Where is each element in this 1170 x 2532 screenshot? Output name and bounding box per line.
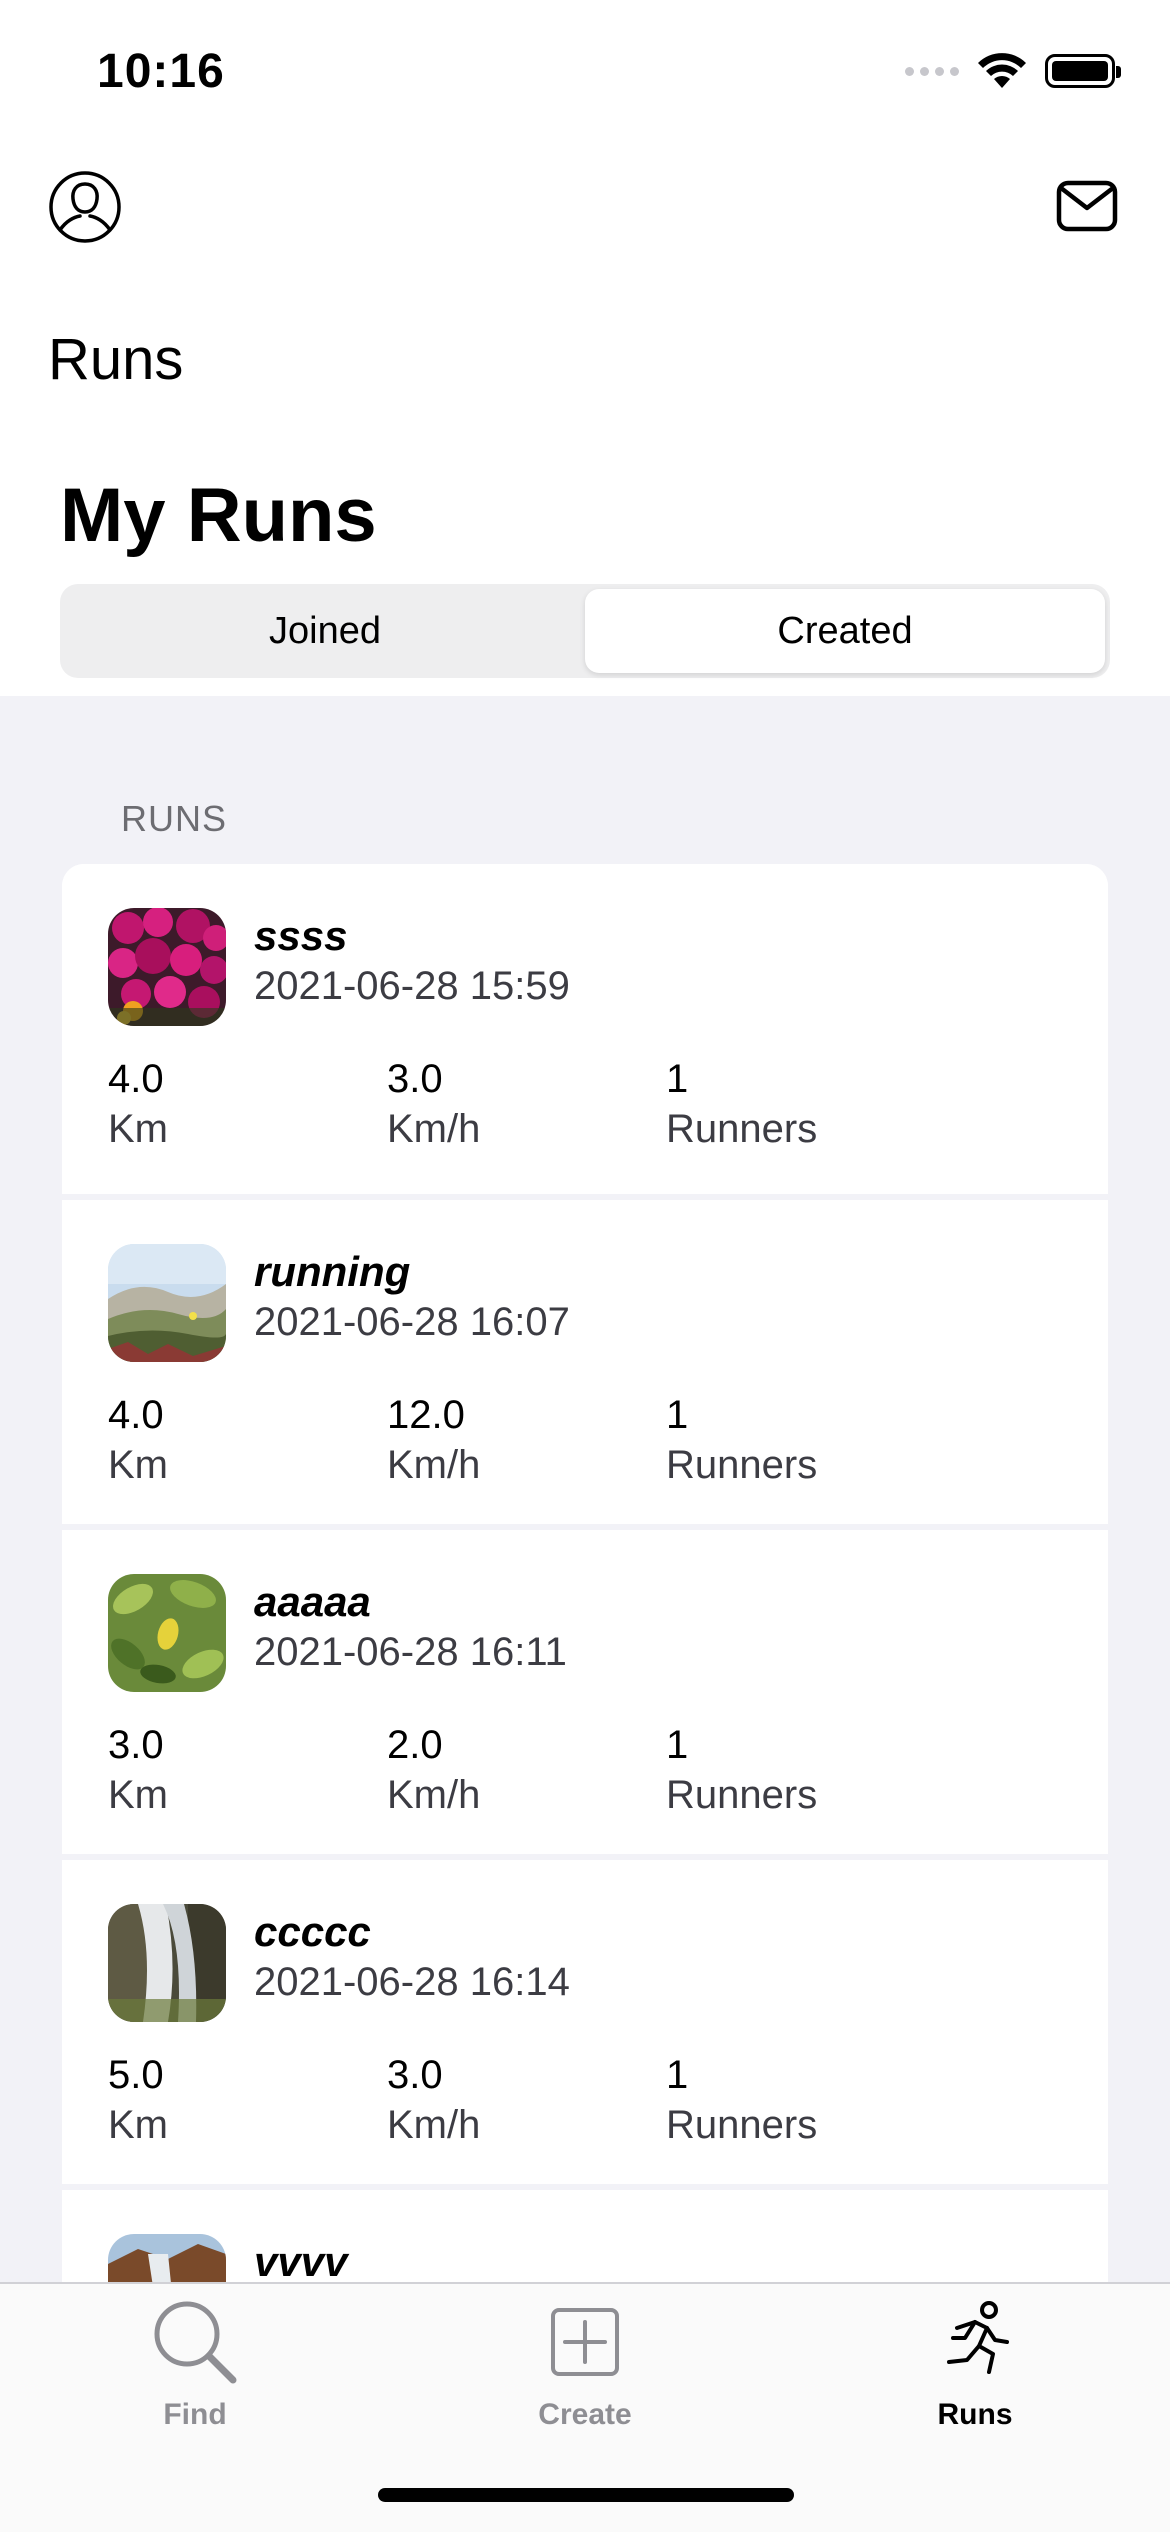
status-time: 10:16 [97,45,225,98]
battery-icon [1045,54,1121,88]
runners-label: Runners [666,2103,818,2147]
distance-unit: Km [108,1773,168,1817]
run-date: 2021-06-28 16:07 [254,1300,570,1344]
profile-icon[interactable] [48,170,122,244]
run-date: 2021-06-28 16:14 [254,1960,570,2004]
run-name: ccccc [254,1908,371,1955]
runners-value: 1 [666,1723,689,1767]
run-name: aaaaa [254,1578,371,1625]
distance-value: 3.0 [108,1723,164,1767]
run-row[interactable]: vvvv [62,2184,1108,2282]
speed-stat: 3.0 Km/h [387,2050,480,2150]
runners-label: Runners [666,1773,818,1817]
speed-stat: 3.0 Km/h [387,1054,480,1154]
tab-label: Find [163,2398,227,2431]
nav-small-title: Runs [48,327,184,392]
run-row[interactable]: aaaaa 2021-06-28 16:11 3.0 Km 2.0 Km/h 1… [62,1524,1108,1854]
distance-stat: 5.0 Km [108,2050,168,2150]
speed-unit: Km/h [387,1443,481,1487]
status-bar: 10:16 [0,0,1170,140]
run-name: ssss [254,912,348,959]
run-row[interactable]: ccccc 2021-06-28 16:14 5.0 Km 3.0 Km/h 1… [62,1854,1108,2184]
speed-value: 3.0 [387,1057,443,1101]
leaves-image [108,1574,226,1692]
flowers-image [108,908,226,1026]
run-name: vvvv [254,2238,348,2282]
distance-value: 4.0 [108,1057,164,1101]
runs-segmented-control: Joined Created [60,584,1110,678]
speed-stat: 12.0 Km/h [387,1390,480,1490]
cellular-signal-icon [905,66,959,76]
page-title: My Runs [60,473,377,558]
distance-stat: 4.0 Km [108,1390,168,1490]
runs-list-area[interactable]: RUNS ssss 2021-06-28 15:59 4.0 Km 3.0 Km… [0,696,1170,2282]
run-thumbnail [108,2234,226,2282]
runs-list: ssss 2021-06-28 15:59 4.0 Km 3.0 Km/h 1 … [62,864,1108,2282]
runners-value: 1 [666,2053,689,2097]
speed-value: 12.0 [387,1393,465,1437]
runners-stat: 1 Runners [666,1720,817,1820]
distance-stat: 4.0 Km [108,1054,168,1154]
tab-label: Runs [937,2398,1013,2431]
speed-unit: Km/h [387,1107,481,1151]
plus-square-icon [537,2294,633,2390]
runner-icon [927,2294,1023,2390]
tab-runs[interactable]: Runs [780,2284,1170,2464]
section-header: RUNS [121,798,228,839]
speed-value: 3.0 [387,2053,443,2097]
tab-find[interactable]: Find [0,2284,390,2464]
run-name: running [254,1248,411,1295]
run-thumbnail [108,908,226,1026]
waterfall-image [108,1904,226,2022]
run-date: 2021-06-28 16:11 [254,1630,567,1674]
runners-value: 1 [666,1393,689,1437]
nav-bar [0,160,1170,250]
speed-stat: 2.0 Km/h [387,1720,480,1820]
runners-label: Runners [666,1443,818,1487]
status-icons [905,52,1121,90]
distance-unit: Km [108,1443,168,1487]
runners-stat: 1 Runners [666,1054,817,1154]
magnifier-icon [147,2294,243,2390]
distance-unit: Km [108,1107,168,1151]
runners-value: 1 [666,1057,689,1101]
segment-created[interactable]: Created [585,589,1105,673]
dunes-image [108,1244,226,1362]
speed-unit: Km/h [387,2103,481,2147]
speed-unit: Km/h [387,1773,481,1817]
mail-icon[interactable] [1056,180,1118,234]
distance-value: 4.0 [108,1393,164,1437]
runners-label: Runners [666,1107,818,1151]
distance-unit: Km [108,2103,168,2147]
tab-label: Create [538,2398,632,2431]
runners-stat: 1 Runners [666,1390,817,1490]
canyon-image [108,2234,226,2282]
distance-stat: 3.0 Km [108,1720,168,1820]
run-thumbnail [108,1574,226,1692]
segment-joined[interactable]: Joined [65,589,585,673]
distance-value: 5.0 [108,2053,164,2097]
run-thumbnail [108,1904,226,2022]
runners-stat: 1 Runners [666,2050,817,2150]
tab-create[interactable]: Create [390,2284,780,2464]
run-thumbnail [108,1244,226,1362]
speed-value: 2.0 [387,1723,443,1767]
home-indicator [378,2488,794,2502]
run-row[interactable]: running 2021-06-28 16:07 4.0 Km 12.0 Km/… [62,1194,1108,1524]
wifi-icon [978,53,1026,88]
run-row[interactable]: ssss 2021-06-28 15:59 4.0 Km 3.0 Km/h 1 … [62,864,1108,1194]
run-date: 2021-06-28 15:59 [254,964,570,1008]
